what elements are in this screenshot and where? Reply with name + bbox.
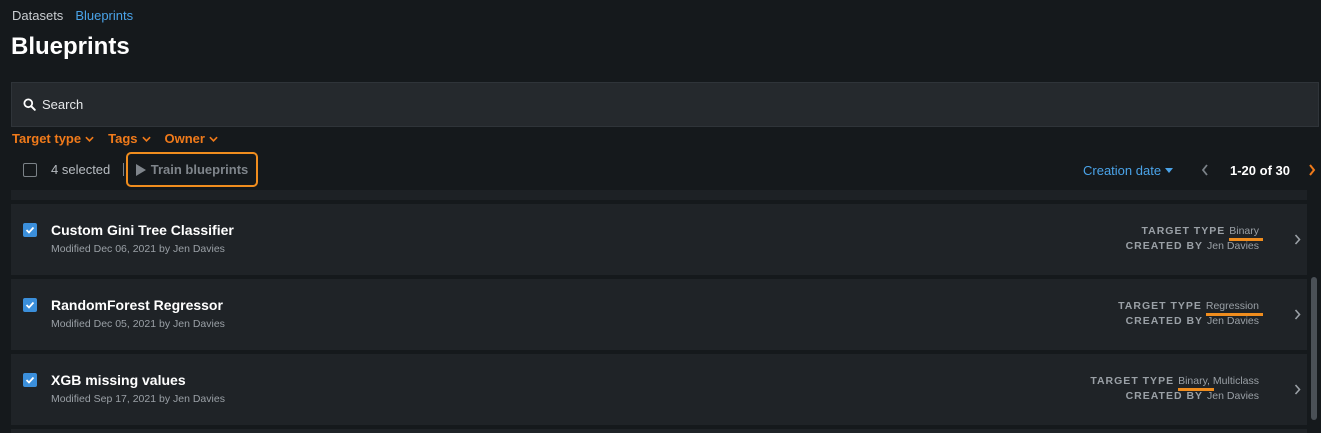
play-icon xyxy=(135,163,146,176)
breadcrumb-blueprints[interactable]: Blueprints xyxy=(75,8,133,23)
filter-tags[interactable]: Tags xyxy=(108,131,151,146)
breadcrumb-datasets[interactable]: Datasets xyxy=(12,8,63,23)
created-by-field: CREATED BY Jen Davies xyxy=(1126,390,1259,402)
created-by-label: CREATED BY xyxy=(1125,240,1204,252)
filter-label: Owner xyxy=(164,131,205,146)
row-checkbox[interactable] xyxy=(23,223,37,237)
search-icon xyxy=(23,98,36,111)
target-type-value: Regression xyxy=(1205,300,1259,312)
filter-label: Tags xyxy=(108,131,138,146)
row-checkbox[interactable] xyxy=(23,298,37,312)
blueprint-list: Custom Gini Tree Classifier Modified Dec… xyxy=(11,190,1307,433)
created-by-value: Jen Davies xyxy=(1207,240,1259,252)
row-title[interactable]: XGB missing values xyxy=(51,372,186,388)
train-blueprints-button[interactable]: Train blueprints xyxy=(126,152,258,187)
chevron-right-icon[interactable] xyxy=(1294,234,1301,245)
chevron-down-icon xyxy=(85,136,94,142)
target-type-field: TARGET TYPE Regression xyxy=(1118,300,1259,312)
list-item[interactable]: XGB missing values Modified Sep 17, 2021… xyxy=(11,354,1307,425)
target-type-label: TARGET TYPE xyxy=(1118,300,1202,312)
chevron-right-icon[interactable] xyxy=(1308,164,1316,176)
target-type-label: TARGET TYPE xyxy=(1090,375,1175,387)
train-blueprints-label: Train blueprints xyxy=(150,162,249,177)
sort-label: Creation date xyxy=(1083,163,1162,178)
list-item-partial xyxy=(11,190,1307,200)
pagination-range: 1-20 of 30 xyxy=(1230,163,1290,178)
row-meta: Modified Dec 06, 2021 by Jen Davies xyxy=(51,243,225,255)
list-toolbar: 4 selected Train blueprints Creation dat… xyxy=(0,150,1321,190)
check-icon xyxy=(25,226,35,234)
target-type-label: TARGET TYPE xyxy=(1141,225,1226,237)
target-type-field: TARGET TYPE Binary, Multiclass xyxy=(1090,375,1259,387)
created-by-field: CREATED BY Jen Davies xyxy=(1126,315,1259,327)
filter-owner[interactable]: Owner xyxy=(165,131,218,146)
select-all-checkbox[interactable] xyxy=(23,163,37,177)
target-type-field: TARGET TYPE Binary xyxy=(1142,225,1260,237)
row-title[interactable]: RandomForest Regressor xyxy=(51,297,223,313)
toolbar-divider xyxy=(123,163,124,176)
row-meta: Modified Dec 05, 2021 by Jen Davies xyxy=(51,318,225,330)
page-title: Blueprints xyxy=(11,33,130,60)
chevron-down-icon xyxy=(141,136,151,142)
row-meta: Modified Sep 17, 2021 by Jen Davies xyxy=(51,393,225,405)
filter-label: Target type xyxy=(12,131,82,146)
list-item[interactable]: Custom Gini Tree Classifier Modified Dec… xyxy=(11,204,1307,275)
target-type-value-secondary: Multiclass xyxy=(1209,375,1259,387)
selected-count: 4 selected xyxy=(51,162,111,177)
check-icon xyxy=(25,376,35,384)
created-by-label: CREATED BY xyxy=(1125,390,1204,402)
scrollbar-thumb[interactable] xyxy=(1311,277,1317,420)
created-by-value: Jen Davies xyxy=(1207,315,1259,327)
search-input[interactable] xyxy=(42,97,642,112)
chevron-right-icon[interactable] xyxy=(1294,309,1301,320)
chevron-left-icon[interactable] xyxy=(1201,164,1209,176)
chevron-down-icon xyxy=(209,136,218,142)
caret-down-icon xyxy=(1165,168,1174,173)
list-item-partial xyxy=(11,429,1307,433)
breadcrumb: Datasets Blueprints xyxy=(12,8,133,23)
search-bar[interactable] xyxy=(11,82,1319,127)
created-by-label: CREATED BY xyxy=(1125,315,1204,327)
sort-dropdown[interactable]: Creation date xyxy=(1083,163,1174,178)
row-checkbox[interactable] xyxy=(23,373,37,387)
filter-target-type[interactable]: Target type xyxy=(12,131,94,146)
chevron-right-icon[interactable] xyxy=(1294,384,1301,395)
check-icon xyxy=(25,301,35,309)
created-by-field: CREATED BY Jen Davies xyxy=(1126,240,1259,252)
created-by-value: Jen Davies xyxy=(1207,390,1259,402)
target-type-value: Binary xyxy=(1229,225,1259,237)
row-title[interactable]: Custom Gini Tree Classifier xyxy=(51,222,234,238)
filter-bar: Target type Tags Owner xyxy=(12,131,218,146)
target-type-value-primary: Binary, xyxy=(1178,375,1210,387)
list-item[interactable]: RandomForest Regressor Modified Dec 05, … xyxy=(11,279,1307,350)
